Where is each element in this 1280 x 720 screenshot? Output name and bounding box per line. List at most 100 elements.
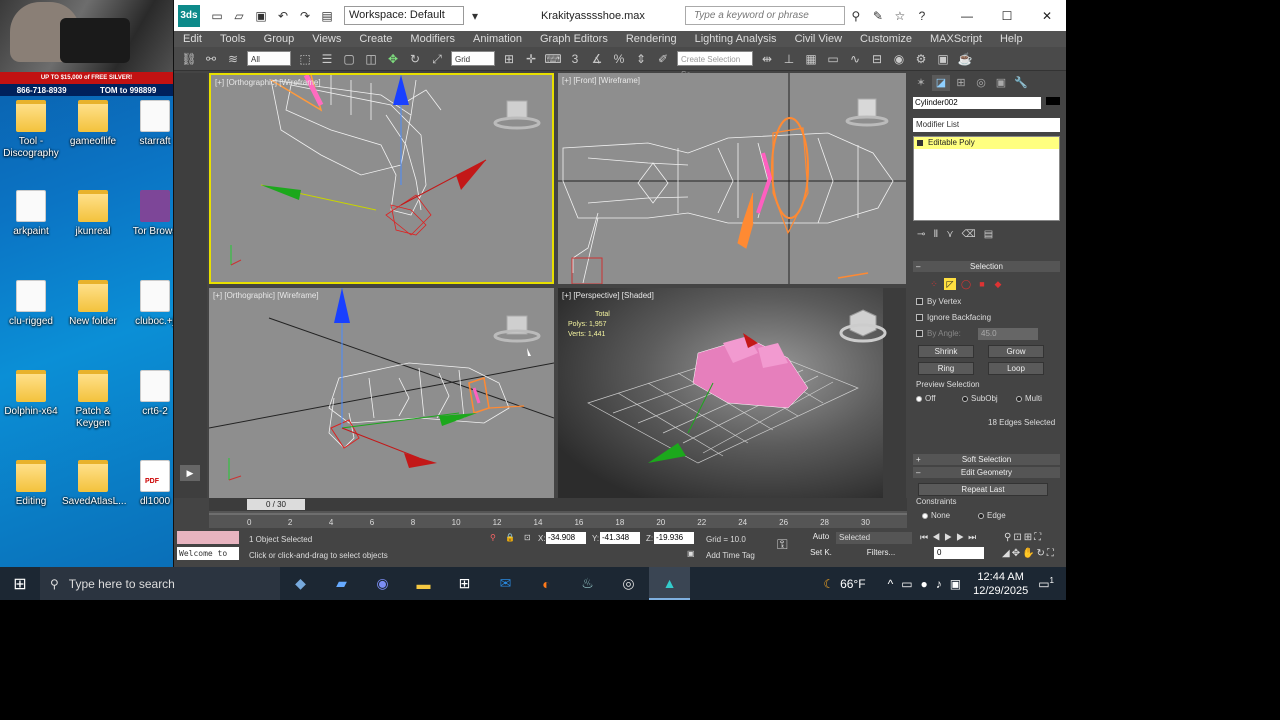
taskbar-search[interactable]: ⚲ Type here to search — [40, 567, 280, 600]
task-view-icon[interactable]: ▰ — [321, 567, 362, 600]
viewcube-icon[interactable] — [493, 315, 541, 343]
tools-icon[interactable]: ✎ — [870, 8, 886, 24]
object-color-swatch[interactable] — [1046, 97, 1060, 105]
save-icon[interactable]: ▣ — [253, 8, 269, 24]
menu-item[interactable]: Civil View — [786, 33, 851, 45]
desktop-icon[interactable]: Tool - Discography — [0, 100, 62, 160]
expand-tabs-button[interactable]: ▶ — [180, 465, 200, 481]
shrink-button[interactable]: Shrink — [918, 345, 974, 358]
time-slider-handle[interactable]: 0 / 30 — [247, 499, 305, 510]
network-icon[interactable]: ▣ — [950, 577, 961, 591]
edit-named-sets-icon[interactable]: ✐ — [654, 50, 672, 68]
desktop-icon[interactable]: arkpaint — [0, 190, 62, 238]
border-mode-icon[interactable]: ◯ — [960, 278, 972, 290]
ribbon-toggle-icon[interactable]: ▭ — [824, 50, 842, 68]
isolate-icon[interactable]: ⚲ — [490, 533, 496, 542]
menu-item[interactable]: MAXScript — [921, 33, 991, 45]
named-selection-set[interactable]: Create Selection Se — [677, 51, 753, 79]
redo-icon[interactable]: ↷ — [297, 8, 313, 24]
layer-explorer-icon[interactable]: ▦ — [802, 50, 820, 68]
search-input[interactable]: Type a keyword or phrase — [684, 6, 845, 25]
desktop-icon[interactable]: Tor Brows — [124, 190, 173, 238]
key-filters-button[interactable]: Filters... — [854, 547, 908, 560]
set-key-button[interactable]: Set K. — [807, 547, 835, 560]
menu-item[interactable]: Edit — [174, 33, 211, 45]
notifications-icon[interactable]: ▭1 — [1038, 576, 1054, 591]
viewport-top[interactable]: [+] [Orthographic] [Wireframe] — [209, 73, 554, 284]
file-explorer-icon[interactable]: ▬ — [403, 567, 444, 600]
display-tab-icon[interactable]: ▣ — [992, 75, 1010, 91]
repeat-last-button[interactable]: Repeat Last — [918, 483, 1048, 496]
remove-modifier-icon[interactable]: ⌫ — [962, 229, 976, 240]
desktop-icon[interactable]: dl1000 — [124, 460, 173, 508]
desktop-icon[interactable]: starraft — [124, 100, 173, 148]
trackbar[interactable]: 0 2 4 6 8 10 12 14 16 18 20 22 24 26 28 30 — [209, 511, 907, 528]
reference-coord-select[interactable]: Grid — [451, 51, 495, 66]
polygon-mode-icon[interactable]: ■ — [976, 278, 988, 290]
menu-item[interactable]: Create — [350, 33, 401, 45]
discord-icon[interactable]: ◉ — [362, 567, 403, 600]
auto-key-button[interactable]: Auto — [807, 531, 835, 544]
keyboard-shortcut-icon[interactable]: ⌨ — [544, 50, 562, 68]
pivot-center-icon[interactable]: ⊞ — [500, 50, 518, 68]
menu-item[interactable]: Lighting Analysis — [686, 33, 786, 45]
close-button[interactable]: ✕ — [1027, 9, 1066, 23]
menu-item[interactable]: Modifiers — [401, 33, 464, 45]
menu-item[interactable]: Rendering — [617, 33, 686, 45]
add-time-tag[interactable]: Add Time Tag — [706, 551, 755, 560]
curve-editor-icon[interactable]: ∿ — [846, 50, 864, 68]
menu-item[interactable]: Animation — [464, 33, 531, 45]
desktop-icon[interactable]: SavedAtlasL... — [62, 460, 126, 508]
store-icon[interactable]: ⊞ — [444, 567, 485, 600]
desktop-icon[interactable]: jkunreal — [62, 190, 124, 238]
modifier-stack-item[interactable]: Editable Poly — [914, 137, 1059, 149]
desktop-icon[interactable]: cluboc.+j — [124, 280, 173, 328]
viewport-label-left[interactable]: [+] [Orthographic] [Wireframe] — [213, 291, 319, 300]
weather-icon[interactable]: ☾ — [823, 577, 834, 591]
select-object-icon[interactable]: ⬚ — [296, 50, 314, 68]
key-icon[interactable]: ⚿ — [777, 536, 788, 553]
select-by-name-icon[interactable]: ☰ — [318, 50, 336, 68]
desktop-icon[interactable]: gameoflife — [62, 100, 124, 148]
viewcube-icon[interactable] — [845, 98, 889, 127]
viewport-perspective[interactable]: [+] [Perspective] [Shaded] Total Polys: … — [558, 288, 906, 498]
key-mode-select[interactable]: Selected — [836, 532, 912, 544]
viewport-navigation-icons[interactable]: ⚲⊡⊞⛶ — [1004, 532, 1043, 543]
modifier-list-select[interactable]: Modifier List — [913, 118, 1060, 132]
constraint-none-radio[interactable]: None — [922, 511, 950, 520]
new-file-icon[interactable]: ▭ — [209, 8, 225, 24]
microphone-icon[interactable]: ● — [921, 577, 928, 591]
viewport-label-perspective[interactable]: [+] [Perspective] [Shaded] — [562, 291, 654, 300]
by-vertex-checkbox[interactable]: By Vertex — [916, 297, 961, 306]
desktop-icon[interactable]: crt6-2 — [124, 370, 173, 418]
maxscript-mini-listener[interactable] — [177, 531, 239, 544]
rotate-icon[interactable]: ↻ — [406, 50, 424, 68]
obs-icon[interactable]: ◎ — [608, 567, 649, 600]
preview-off-radio[interactable]: Off — [916, 394, 936, 403]
mirror-icon[interactable]: ⇹ — [758, 50, 776, 68]
rendered-frame-icon[interactable]: ▣ — [934, 50, 952, 68]
by-angle-checkbox[interactable]: By Angle: — [916, 329, 961, 338]
render-setup-icon[interactable]: ⚙ — [912, 50, 930, 68]
desktop-icon[interactable]: New folder — [62, 280, 124, 328]
project-icon[interactable]: ▤ — [319, 8, 335, 24]
absolute-mode-icon[interactable]: ⊡ — [524, 533, 531, 542]
playback-controls[interactable]: ⏮◀▶▶⏭ — [920, 532, 980, 543]
time-slider[interactable]: 0 / 30 — [209, 498, 907, 511]
clock[interactable]: 12:44 AM 12/29/2025 — [973, 570, 1028, 598]
preview-multi-radio[interactable]: Multi — [1016, 394, 1042, 403]
menu-item[interactable]: Group — [255, 33, 304, 45]
meet-now-icon[interactable]: ▭ — [901, 577, 912, 591]
loop-button[interactable]: Loop — [988, 362, 1044, 375]
viewport-label-front[interactable]: [+] [Front] [Wireframe] — [562, 76, 640, 85]
temperature[interactable]: 66°F — [840, 577, 865, 591]
snaps-toggle-icon[interactable]: 3 — [566, 50, 584, 68]
preview-subobj-radio[interactable]: SubObj — [962, 394, 998, 403]
percent-snap-icon[interactable]: % — [610, 50, 628, 68]
menu-item[interactable]: Help — [991, 33, 1032, 45]
copilot-icon[interactable]: ◆ — [280, 567, 321, 600]
y-coordinate-field[interactable]: -41.348 — [600, 532, 640, 544]
ring-button[interactable]: Ring — [918, 362, 974, 375]
material-editor-icon[interactable]: ◉ — [890, 50, 908, 68]
outlook-icon[interactable]: ✉ — [485, 567, 526, 600]
